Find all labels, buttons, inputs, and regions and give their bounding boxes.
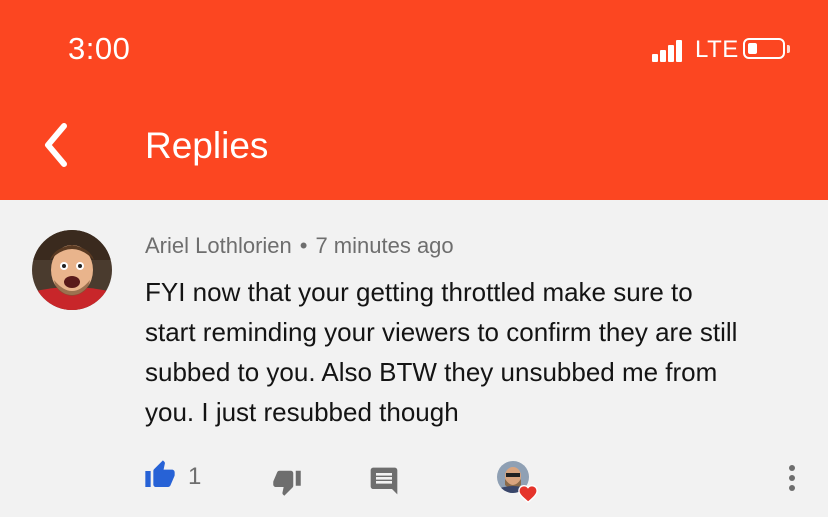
battery-low-icon [743, 38, 785, 59]
comment-line: FYI now that your getting throttled make… [145, 277, 693, 307]
author-name[interactable]: Ariel Lothlorien [145, 233, 292, 258]
comment-timestamp: 7 minutes ago [315, 233, 454, 258]
like-count: 1 [188, 463, 202, 490]
comment-meta: Ariel Lothlorien • 7 minutes ago [145, 232, 454, 260]
back-button[interactable] [36, 120, 84, 170]
comment-line: you. I just resubbed though [145, 397, 459, 427]
more-vertical-icon [789, 465, 795, 491]
chevron-left-icon [45, 123, 67, 167]
heart-icon [518, 485, 538, 503]
page-title: Replies [145, 125, 269, 166]
more-options-button[interactable] [778, 463, 806, 500]
like-button[interactable] [143, 459, 177, 496]
app-header: 3:00 LTE Replies [0, 0, 828, 200]
reply-button[interactable] [368, 465, 400, 502]
cellular-signal-icon [652, 36, 690, 62]
comment-line: subbed to you. Also BTW they unsubbed me… [145, 357, 718, 387]
network-type: LTE [695, 36, 739, 63]
meta-separator: • [299, 233, 308, 258]
comment-icon [370, 467, 398, 495]
avatar[interactable] [32, 230, 112, 310]
comment-actions: 1 [0, 455, 828, 505]
thumbs-down-icon [273, 470, 301, 496]
thumbs-up-icon [145, 460, 175, 487]
comment-line: start reminding your viewers to confirm … [145, 317, 738, 347]
dislike-button[interactable] [271, 467, 303, 502]
creator-heart [517, 483, 539, 503]
status-time: 3:00 [68, 31, 131, 66]
comment-text: FYI now that your getting throttled make… [145, 272, 805, 432]
